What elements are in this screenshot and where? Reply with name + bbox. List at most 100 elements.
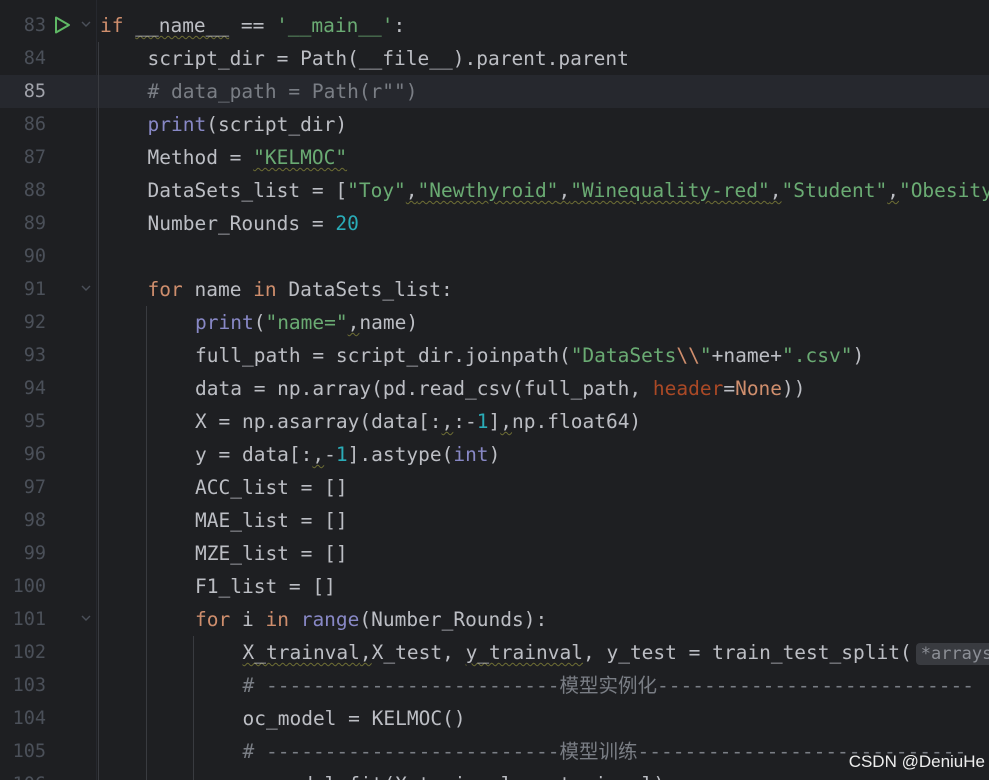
code-token: " bbox=[699, 344, 712, 367]
code-line[interactable]: 100 F1_list = [] bbox=[0, 570, 989, 603]
code-line[interactable]: 97 ACC_list = [] bbox=[0, 471, 989, 504]
code-text[interactable]: Method = "KELMOC" bbox=[148, 141, 348, 174]
code-text[interactable]: oc_model = KELMOC() bbox=[243, 702, 466, 735]
code-token: if bbox=[100, 14, 124, 37]
code-text[interactable]: y = data[:,-1].astype(int) bbox=[195, 438, 500, 471]
code-text[interactable]: data = np.array(pd.read_csv(full_path, h… bbox=[195, 372, 806, 405]
code-token: print bbox=[195, 311, 254, 334]
code-text[interactable]: oc_model.fit(X_trainval, y_trainval) bbox=[243, 768, 666, 780]
code-token: X_trainval bbox=[242, 641, 360, 664]
code-token: '__main__' bbox=[276, 14, 394, 37]
code-line[interactable]: 95 X = np.asarray(data[:,:-1],np.float64) bbox=[0, 405, 989, 438]
line-number: 87 bbox=[23, 147, 46, 168]
code-line[interactable]: 105 # -------------------------模型训练------… bbox=[0, 735, 989, 768]
code-text[interactable]: MAE_list = [] bbox=[195, 504, 348, 537]
line-number: 104 bbox=[12, 708, 46, 729]
code-text[interactable]: F1_list = [] bbox=[195, 570, 336, 603]
code-text[interactable]: print("name=",name) bbox=[195, 306, 418, 339]
fold-chevron-icon[interactable] bbox=[80, 18, 92, 30]
code-token: \\ bbox=[676, 344, 700, 367]
code-editor[interactable]: 83 if __name__ == '__main__': 84 script_dir… bbox=[0, 0, 989, 780]
code-line[interactable]: 89 Number_Rounds = 20 bbox=[0, 207, 989, 240]
fold-chevron-icon[interactable] bbox=[80, 282, 92, 294]
line-number: 96 bbox=[23, 444, 46, 465]
code-line[interactable]: 83 if __name__ == '__main__': bbox=[0, 9, 989, 42]
code-line[interactable]: 84 script_dir = Path(__file__).parent.par… bbox=[0, 42, 989, 75]
code-text[interactable]: script_dir = Path(__file__).parent.paren… bbox=[148, 42, 629, 75]
code-token: # -------------------------模型实例化--------… bbox=[242, 674, 974, 697]
code-text[interactable]: MZE_list = [] bbox=[195, 537, 348, 570]
code-token: "name=" bbox=[265, 311, 348, 334]
code-text[interactable]: X_trainval,X_test, y_trainval, y_test = … bbox=[243, 636, 989, 669]
code-text[interactable]: if __name__ == '__main__': bbox=[100, 9, 405, 42]
code-text[interactable]: # -------------------------模型实例化--------… bbox=[243, 669, 974, 702]
code-token: :- bbox=[453, 410, 477, 433]
code-line[interactable]: 94 data = np.array(pd.read_csv(full_path,… bbox=[0, 372, 989, 405]
code-line[interactable]: 102 X_trainval,X_test, y_trainval, y_test… bbox=[0, 636, 989, 669]
code-line[interactable]: 93 full_path = script_dir.joinpath("DataS… bbox=[0, 339, 989, 372]
code-token: , bbox=[441, 410, 454, 433]
code-line[interactable]: 99 MZE_list = [] bbox=[0, 537, 989, 570]
code-line[interactable]: 90 bbox=[0, 240, 989, 273]
code-token: , bbox=[887, 179, 899, 202]
code-text[interactable]: ACC_list = [] bbox=[195, 471, 348, 504]
csdn-watermark: CSDN @DeniuHe bbox=[848, 752, 985, 771]
code-token: X = np.asarray(data[: bbox=[195, 410, 442, 433]
code-line[interactable]: 101 for i in range(Number_Rounds): bbox=[0, 603, 989, 636]
line-number: 103 bbox=[12, 675, 46, 696]
code-token: (script_dir) bbox=[206, 113, 348, 136]
line-number: 105 bbox=[12, 741, 46, 762]
code-token: y = data[: bbox=[195, 443, 313, 466]
code-line[interactable]: 106 oc_model.fit(X_trainval, y_trainval) bbox=[0, 768, 989, 780]
line-number: 102 bbox=[12, 642, 46, 663]
code-text[interactable]: DataSets_list = ["Toy","Newthyroid","Win… bbox=[148, 174, 989, 207]
run-icon[interactable] bbox=[52, 15, 72, 35]
code-line[interactable]: 103 # -------------------------模型实例化-----… bbox=[0, 669, 989, 702]
code-token: i bbox=[230, 608, 266, 631]
code-text[interactable]: for i in range(Number_Rounds): bbox=[195, 603, 547, 636]
code-text[interactable]: Number_Rounds = 20 bbox=[148, 207, 359, 240]
code-text[interactable]: # data_path = Path(r"") bbox=[148, 75, 418, 108]
code-line[interactable]: 87 Method = "KELMOC" bbox=[0, 141, 989, 174]
code-line[interactable]: 92 print("name=",name) bbox=[0, 306, 989, 339]
code-line[interactable]: 86 print(script_dir) bbox=[0, 108, 989, 141]
code-token: DataSets_list = [ bbox=[147, 179, 348, 202]
code-text[interactable]: full_path = script_dir.joinpath("DataSet… bbox=[195, 339, 864, 372]
code-line[interactable]: 88 DataSets_list = ["Toy","Newthyroid","W… bbox=[0, 174, 989, 207]
code-token: name) bbox=[359, 311, 419, 334]
code-token: Number_Rounds = bbox=[147, 212, 336, 235]
code-token: )) bbox=[782, 377, 806, 400]
code-token: , bbox=[558, 179, 571, 202]
code-token: ( bbox=[253, 311, 266, 334]
code-text[interactable]: for name in DataSets_list: bbox=[148, 273, 453, 306]
line-number: 93 bbox=[23, 345, 46, 366]
code-token: "Student" bbox=[781, 179, 888, 202]
line-number: 88 bbox=[23, 180, 46, 201]
code-text[interactable]: print(script_dir) bbox=[148, 108, 348, 141]
line-number: 84 bbox=[23, 48, 46, 69]
fold-chevron-icon[interactable] bbox=[80, 612, 92, 624]
code-line[interactable]: 91 for name in DataSets_list: bbox=[0, 273, 989, 306]
code-token: full_path = script_dir.joinpath( bbox=[195, 344, 571, 367]
code-token: , bbox=[312, 443, 325, 466]
code-token: 1 bbox=[476, 410, 489, 433]
code-token: ) bbox=[488, 443, 501, 466]
line-number: 101 bbox=[12, 609, 46, 630]
code-line[interactable]: 98 MAE_list = [] bbox=[0, 504, 989, 537]
code-token: Method = bbox=[147, 146, 254, 169]
code-text[interactable]: X = np.asarray(data[:,:-1],np.float64) bbox=[195, 405, 641, 438]
code-token: == bbox=[229, 14, 277, 37]
code-token: np.float64) bbox=[512, 410, 642, 433]
code-line[interactable]: 85 # data_path = Path(r"") bbox=[0, 75, 989, 108]
code-token: y_trainval bbox=[465, 641, 583, 664]
code-line[interactable]: 104 oc_model = KELMOC() bbox=[0, 702, 989, 735]
code-token: in bbox=[265, 608, 289, 631]
code-token: 1 bbox=[335, 443, 348, 466]
code-token: +name+ bbox=[711, 344, 783, 367]
code-token: for bbox=[195, 608, 231, 631]
code-line[interactable]: 96 y = data[:,-1].astype(int) bbox=[0, 438, 989, 471]
line-number: 95 bbox=[23, 411, 46, 432]
code-token: X_test, bbox=[371, 641, 466, 664]
code-token: 20 bbox=[335, 212, 359, 235]
